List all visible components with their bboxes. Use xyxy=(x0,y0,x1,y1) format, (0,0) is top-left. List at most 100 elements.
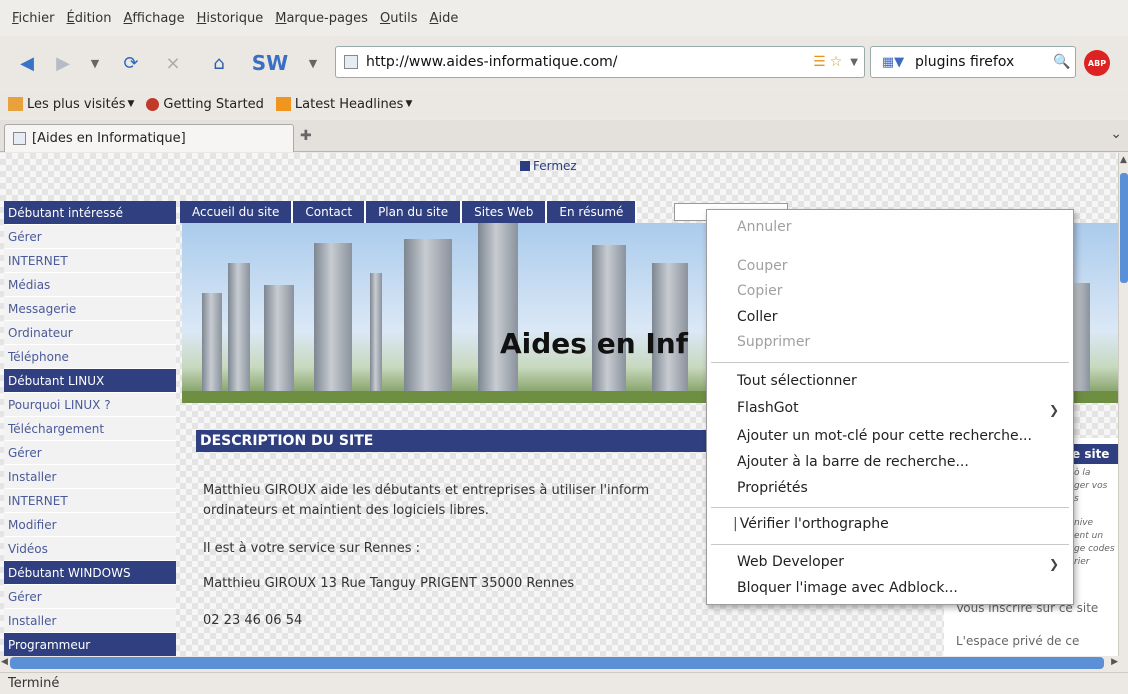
site-nav-sites-web[interactable]: Sites Web xyxy=(462,201,548,223)
right-panel-text: ge codes xyxy=(1074,544,1115,554)
fermez-label: Fermez xyxy=(533,159,577,173)
horizontal-scroll-thumb[interactable] xyxy=(10,657,1104,669)
sidebar-item[interactable]: Messagerie xyxy=(4,297,176,321)
sidebar-item[interactable]: Téléphone xyxy=(4,345,176,369)
menu-bar: Fichier Édition Affichage Historique Mar… xyxy=(0,0,1128,36)
ctx-properties[interactable]: Propriétés xyxy=(737,480,808,496)
ctx-add-keyword[interactable]: Ajouter un mot-clé pour cette recherche.… xyxy=(737,428,1032,444)
ctx-cut[interactable]: Couper xyxy=(737,258,787,274)
sidebar-item[interactable]: Pourquoi LINUX ? xyxy=(4,393,176,417)
ctx-add-searchbar[interactable]: Ajouter à la barre de recherche... xyxy=(737,454,969,470)
right-panel-text: rier xyxy=(1074,557,1090,567)
tab-aides-informatique[interactable]: [Aides en Informatique] xyxy=(4,124,294,152)
description-address: Matthieu GIROUX 13 Rue Tanguy PRIGENT 35… xyxy=(203,576,575,591)
bookmarks-toolbar: Les plus visités ▼ Getting Started Latest… xyxy=(0,90,1128,118)
submenu-arrow-icon: ❯ xyxy=(1048,557,1059,571)
home-button[interactable]: ⌂ xyxy=(206,50,232,76)
sidebar-item[interactable]: INTERNET xyxy=(4,489,176,513)
scroll-up-icon[interactable]: ▲ xyxy=(1120,155,1127,165)
bookmark-label: Getting Started xyxy=(163,96,264,112)
menu-outils[interactable]: Outils xyxy=(380,11,418,26)
banner-title: Aides en Inf xyxy=(500,327,688,360)
sidebar-item[interactable]: Gérer xyxy=(4,441,176,465)
ctx-select-all[interactable]: Tout sélectionner xyxy=(737,373,857,389)
url-input[interactable]: http://www.aides-informatique.com/ xyxy=(366,54,813,70)
menu-historique[interactable]: Historique xyxy=(197,11,264,26)
bookmark-label: Latest Headlines xyxy=(294,96,404,112)
fermez-link[interactable]: Fermez xyxy=(520,159,577,173)
scroll-left-icon[interactable]: ◀ xyxy=(1,657,8,667)
reload-button[interactable]: ⟳ xyxy=(118,50,144,76)
star-bookmark-icon[interactable]: ☆ xyxy=(830,54,843,70)
search-engine-icon[interactable]: ▦▼ xyxy=(871,47,915,77)
home-icon: ⌂ xyxy=(213,52,225,74)
site-nav-accueil[interactable]: Accueil du site xyxy=(180,201,294,223)
sidebar-item[interactable]: Téléchargement xyxy=(4,417,176,441)
ctx-delete[interactable]: Supprimer xyxy=(737,334,810,350)
firefox-icon xyxy=(146,97,160,111)
vertical-scroll-thumb[interactable] xyxy=(1120,173,1128,283)
bookmark-latest-headlines[interactable]: Latest Headlines ▼ xyxy=(275,96,412,112)
description-text: Matthieu GIROUX aide les débutants et en… xyxy=(203,483,650,498)
sidebar-section-header[interactable]: Débutant LINUX xyxy=(4,369,176,393)
search-icon[interactable]: 🔍 xyxy=(1049,54,1075,70)
scroll-right-icon[interactable]: ▶ xyxy=(1111,657,1118,667)
ctx-spellcheck-label: Vérifier l'orthographe xyxy=(739,516,889,532)
sidebar-item[interactable]: INTERNET xyxy=(4,249,176,273)
menu-aide[interactable]: Aide xyxy=(430,11,459,26)
site-nav-contact[interactable]: Contact xyxy=(293,201,367,223)
ctx-copy[interactable]: Copier xyxy=(737,283,783,299)
url-bar[interactable]: http://www.aides-informatique.com/ ☰ ☆ ▼ xyxy=(335,46,865,78)
arrow-right-icon: ▶ xyxy=(56,52,70,74)
forward-button[interactable]: ▶ xyxy=(50,50,76,76)
menu-fichier[interactable]: Fichier xyxy=(12,11,55,26)
right-panel-text: s xyxy=(1074,494,1079,504)
site-nav-plan[interactable]: Plan du site xyxy=(366,201,463,223)
sw-button[interactable]: SW xyxy=(248,50,292,76)
sidebar-section-header[interactable]: Programmeur xyxy=(4,633,176,657)
bookmark-most-visited[interactable]: Les plus visités ▼ xyxy=(8,97,134,112)
stop-icon: ⨯ xyxy=(165,52,181,74)
back-button[interactable]: ◀ xyxy=(14,50,40,76)
sidebar-item[interactable]: Gérer xyxy=(4,585,176,609)
horizontal-scrollbar[interactable]: ◀ ▶ xyxy=(0,656,1128,670)
ctx-paste[interactable]: Coller xyxy=(737,309,778,325)
sidebar-section-header[interactable]: Débutant intéressé xyxy=(4,201,176,225)
rss-icon[interactable]: ☰ xyxy=(813,54,826,70)
chevron-down-icon[interactable]: ▼ xyxy=(850,57,858,68)
sw-dropdown[interactable]: ▼ xyxy=(300,50,326,76)
new-tab-button[interactable]: ✚ xyxy=(300,128,312,144)
ctx-undo[interactable]: Annuler xyxy=(737,219,791,235)
search-bar[interactable]: ▦▼ plugins firefox 🔍 xyxy=(870,46,1076,78)
bookmark-getting-started[interactable]: Getting Started xyxy=(146,97,264,112)
stop-button[interactable]: ⨯ xyxy=(160,50,186,76)
tab-bar: [Aides en Informatique] ✚ ⌄ xyxy=(0,120,1128,152)
sidebar-item[interactable]: Médias xyxy=(4,273,176,297)
site-nav-en-resume[interactable]: En résumé xyxy=(547,201,638,223)
sidebar-item[interactable]: Modifier xyxy=(4,513,176,537)
ctx-flashgot[interactable]: FlashGot xyxy=(737,400,799,416)
menu-edition[interactable]: Édition xyxy=(67,11,112,26)
sidebar-item[interactable]: Installer xyxy=(4,465,176,489)
menu-affichage[interactable]: Affichage xyxy=(123,11,184,26)
folder-icon xyxy=(8,97,23,111)
bookmark-label: Les plus visités xyxy=(27,96,126,112)
ctx-adblock-image[interactable]: Bloquer l'image avec Adblock... xyxy=(737,580,958,596)
ctx-spellcheck[interactable]: | Vérifier l'orthographe xyxy=(733,516,889,532)
search-input[interactable]: plugins firefox xyxy=(915,54,1049,70)
vertical-scrollbar[interactable]: ▲ xyxy=(1118,153,1128,658)
sidebar-item[interactable]: Gérer xyxy=(4,225,176,249)
navigation-toolbar: ◀ ▶ ▼ ⟳ ⨯ ⌂ SW ▼ http://www.aides-inform… xyxy=(0,38,1128,88)
history-dropdown[interactable]: ▼ xyxy=(82,50,108,76)
chevron-down-icon: ▼ xyxy=(308,56,318,70)
sidebar-item[interactable]: Vidéos xyxy=(4,537,176,561)
ctx-web-developer[interactable]: Web Developer xyxy=(737,554,844,570)
right-panel-text: ent un xyxy=(1074,531,1104,541)
tab-list-dropdown[interactable]: ⌄ xyxy=(1110,126,1122,142)
sidebar-item[interactable]: Installer xyxy=(4,609,176,633)
ctx-separator xyxy=(711,362,1069,363)
adblock-plus-button[interactable]: ABP xyxy=(1084,50,1110,76)
sidebar-item[interactable]: Ordinateur xyxy=(4,321,176,345)
sidebar-section-header[interactable]: Débutant WINDOWS xyxy=(4,561,176,585)
menu-marque-pages[interactable]: Marque-pages xyxy=(275,11,368,26)
